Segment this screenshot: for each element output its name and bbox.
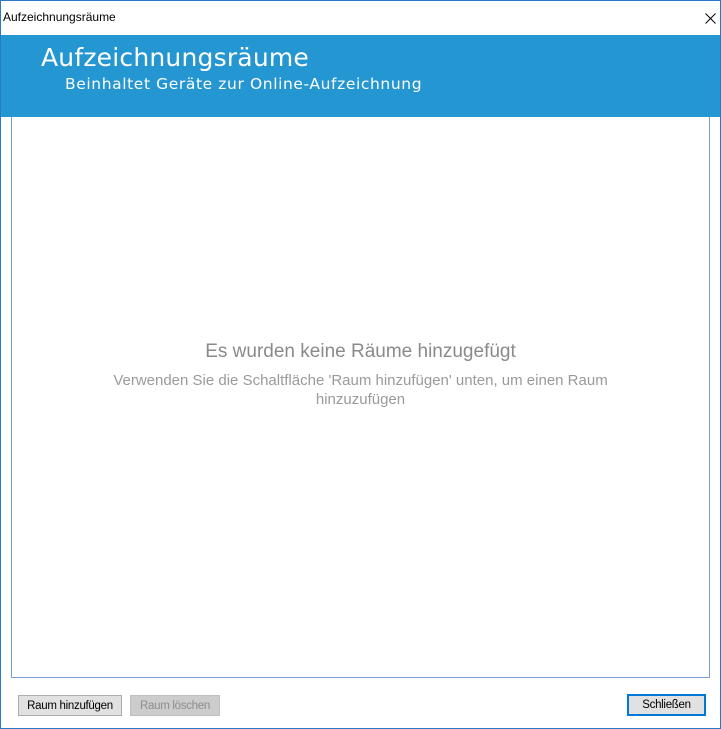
recording-rooms-dialog: Aufzeichnungsräume Aufzeichnungsräume Be… [0, 0, 721, 729]
rooms-list-panel: Es wurden keine Räume hinzugefügt Verwen… [11, 117, 710, 678]
page-title: Aufzeichnungsräume [41, 43, 309, 72]
close-window-button[interactable] [700, 6, 720, 30]
empty-state: Es wurden keine Räume hinzugefügt Verwen… [12, 341, 709, 409]
add-room-button[interactable]: Raum hinzufügen [18, 695, 122, 716]
title-bar: Aufzeichnungsräume [1, 1, 720, 35]
delete-room-button[interactable]: Raum löschen [130, 695, 220, 716]
close-icon [704, 12, 716, 24]
empty-state-title: Es wurden keine Räume hinzugefügt [205, 341, 516, 362]
empty-state-description-line-1: Verwenden Sie die Schaltfläche 'Raum hin… [113, 372, 608, 389]
empty-state-description: Verwenden Sie die Schaltfläche 'Raum hin… [61, 371, 661, 409]
empty-state-description-line-2: hinzuzufügen [315, 391, 406, 408]
page-subtitle: Beinhaltet Geräte zur Online-Aufzeichnun… [65, 75, 423, 93]
close-button[interactable]: Schließen [627, 694, 706, 716]
header-banner: Aufzeichnungsräume Beinhaltet Geräte zur… [1, 35, 720, 117]
dialog-footer: Raum hinzufügen Raum löschen Schließen [1, 678, 720, 728]
window-title: Aufzeichnungsräume [3, 10, 116, 24]
